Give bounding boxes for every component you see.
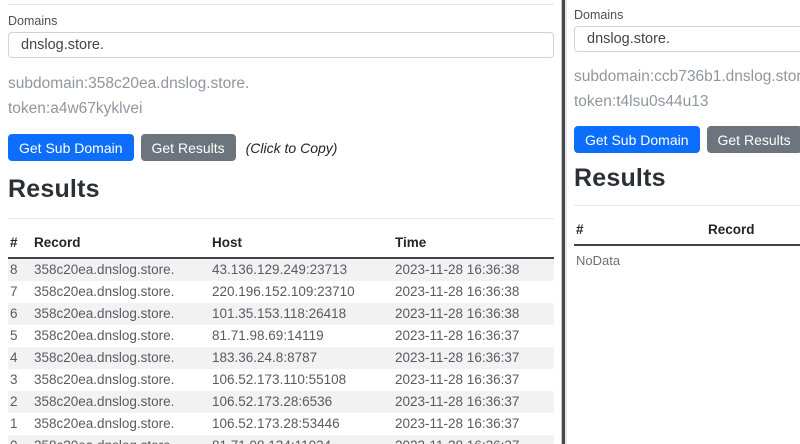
domain-input[interactable] <box>8 32 554 58</box>
time-cell: 2023-11-28 16:36:37 <box>393 347 554 369</box>
get-results-button[interactable]: Get Results <box>141 134 236 161</box>
host-cell: 183.36.24.8:8787 <box>210 347 393 369</box>
results-heading: Results <box>574 164 800 193</box>
host-cell: 106.52.173.28:53446 <box>210 413 393 435</box>
record-cell: 358c20ea.dnslog.store. <box>32 435 210 444</box>
right-dnslog-window: Domains subdomain:ccb736b1.dnslog.store.… <box>567 0 800 444</box>
header-index: # <box>574 218 706 245</box>
domain-input[interactable] <box>574 26 800 52</box>
results-table: # Record Host Time 8358c20ea.dnslog.stor… <box>8 231 554 444</box>
row-index-cell: 1 <box>8 413 32 435</box>
record-cell: 358c20ea.dnslog.store. <box>32 258 210 281</box>
subdomain-text: subdomain:ccb736b1.dnslog.store. <box>574 68 800 86</box>
time-cell: 2023-11-28 16:36:37 <box>393 369 554 391</box>
row-index-cell: 6 <box>8 303 32 325</box>
results-divider-line <box>574 205 800 206</box>
token-text: token:a4w67kyklvei <box>8 100 554 118</box>
token-text: token:t4lsu0s44u13 <box>574 93 800 111</box>
results-table-head: # Record Host Time <box>8 231 554 258</box>
host-cell: 106.52.173.110:55108 <box>210 369 393 391</box>
results-table-head: # Record <box>574 218 800 245</box>
record-cell: 358c20ea.dnslog.store. <box>32 281 210 303</box>
row-index-cell: 8 <box>8 258 32 281</box>
table-row: 3358c20ea.dnslog.store.106.52.173.110:55… <box>8 369 554 391</box>
table-row: 6358c20ea.dnslog.store.101.35.153.118:26… <box>8 303 554 325</box>
table-row: 8358c20ea.dnslog.store.43.136.129.249:23… <box>8 258 554 281</box>
results-divider-line <box>8 218 554 219</box>
header-time: Time <box>393 231 554 258</box>
button-row: Get Sub Domain Get Results (Click to Cop… <box>574 126 800 153</box>
header-record: Record <box>32 231 210 258</box>
record-cell: 358c20ea.dnslog.store. <box>32 303 210 325</box>
header-host: Host <box>210 231 393 258</box>
record-cell: 358c20ea.dnslog.store. <box>32 413 210 435</box>
time-cell: 2023-11-28 16:36:37 <box>393 325 554 347</box>
time-cell: 2023-11-28 16:36:37 <box>393 413 554 435</box>
host-cell: 220.196.152.109:23710 <box>210 281 393 303</box>
row-index-cell: 5 <box>8 325 32 347</box>
record-cell: 358c20ea.dnslog.store. <box>32 391 210 413</box>
table-row: 1358c20ea.dnslog.store.106.52.173.28:534… <box>8 413 554 435</box>
get-subdomain-button[interactable]: Get Sub Domain <box>574 126 700 153</box>
record-cell: 358c20ea.dnslog.store. <box>32 325 210 347</box>
host-cell: 43.136.129.249:23713 <box>210 258 393 281</box>
left-results-tbody: 8358c20ea.dnslog.store.43.136.129.249:23… <box>8 258 554 444</box>
top-divider-line <box>8 4 554 5</box>
row-index-cell: 7 <box>8 281 32 303</box>
subdomain-text: subdomain:358c20ea.dnslog.store. <box>8 75 554 93</box>
record-cell: 358c20ea.dnslog.store. <box>32 347 210 369</box>
table-header-row: # Record Host Time <box>8 231 554 258</box>
click-to-copy-hint: (Click to Copy) <box>246 140 338 156</box>
header-index: # <box>8 231 32 258</box>
table-row: 2358c20ea.dnslog.store.106.52.173.28:653… <box>8 391 554 413</box>
record-cell: 358c20ea.dnslog.store. <box>32 369 210 391</box>
button-row: Get Sub Domain Get Results (Click to Cop… <box>8 134 554 161</box>
table-row: 7358c20ea.dnslog.store.220.196.152.109:2… <box>8 281 554 303</box>
time-cell: 2023-11-28 16:36:38 <box>393 281 554 303</box>
nodata-text: NoData <box>574 253 800 268</box>
host-cell: 101.35.153.118:26418 <box>210 303 393 325</box>
get-results-button[interactable]: Get Results <box>707 126 800 153</box>
table-row: 4358c20ea.dnslog.store.183.36.24.8:87872… <box>8 347 554 369</box>
table-row: 0358c20ea.dnslog.store.81.71.98.134:1103… <box>8 435 554 444</box>
table-row: 5358c20ea.dnslog.store.81.71.98.69:14119… <box>8 325 554 347</box>
results-heading: Results <box>8 175 554 204</box>
results-table: # Record <box>574 218 800 246</box>
host-cell: 81.71.98.69:14119 <box>210 325 393 347</box>
header-record: Record <box>706 218 800 245</box>
host-cell: 106.52.173.28:6536 <box>210 391 393 413</box>
domains-label: Domains <box>8 14 554 28</box>
domains-label: Domains <box>574 8 800 22</box>
host-cell: 81.71.98.134:11034 <box>210 435 393 444</box>
time-cell: 2023-11-28 16:36:38 <box>393 258 554 281</box>
row-index-cell: 0 <box>8 435 32 444</box>
time-cell: 2023-11-28 16:36:37 <box>393 435 554 444</box>
row-index-cell: 3 <box>8 369 32 391</box>
table-header-row: # Record <box>574 218 800 245</box>
time-cell: 2023-11-28 16:36:38 <box>393 303 554 325</box>
get-subdomain-button[interactable]: Get Sub Domain <box>8 134 134 161</box>
row-index-cell: 4 <box>8 347 32 369</box>
left-dnslog-window: Domains subdomain:358c20ea.dnslog.store.… <box>0 0 562 444</box>
row-index-cell: 2 <box>8 391 32 413</box>
time-cell: 2023-11-28 16:36:37 <box>393 391 554 413</box>
